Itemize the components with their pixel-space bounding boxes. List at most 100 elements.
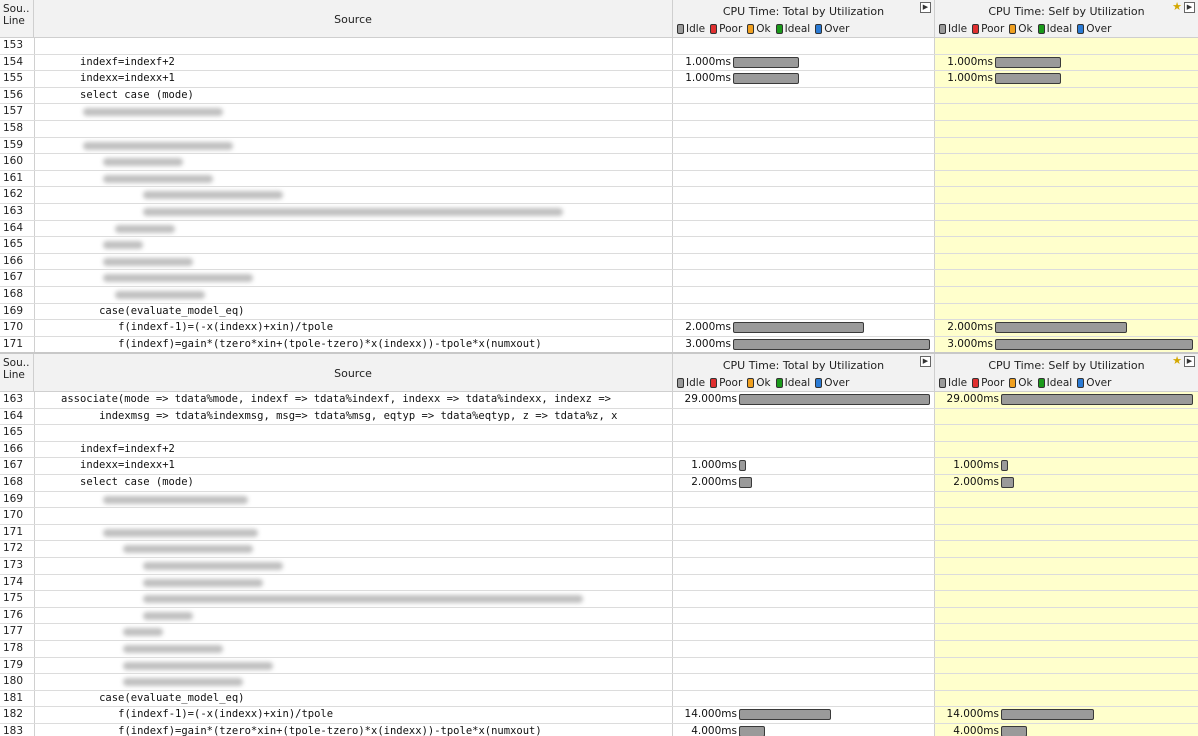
legend-swatch-over [1077,378,1085,388]
line-number: 168 [3,475,24,488]
table-row[interactable]: 179 [0,657,1198,675]
table-row[interactable]: 169 [0,491,1198,509]
line-number: 164 [3,221,24,234]
table-row[interactable]: 170 [0,508,1198,525]
line-number: 153 [3,39,24,51]
column-header-cpu-total[interactable]: CPU Time: Total by Utilization ▶ Idle Poo… [673,0,935,38]
table-row[interactable]: 159 [0,137,1198,155]
redacted-code [143,611,193,620]
table-row[interactable]: 172 [0,541,1198,558]
legend-item-ok: Ok [1009,23,1033,35]
star-icon[interactable]: ★ [1172,354,1182,367]
table-row[interactable]: 164 indexmsg => tdata%indexmsg, msg=> tda… [0,408,1198,426]
table-row[interactable]: 156 select case (mode) [0,87,1198,105]
line-number: 172 [3,542,24,555]
table-row[interactable]: 167 indexx=indexx+1 1.000ms 1.000ms [0,458,1198,475]
legend-label: Ideal [1046,23,1073,35]
line-number: 178 [3,641,24,654]
legend-swatch-poor [710,24,718,34]
expand-icon[interactable]: ▶ [920,356,931,367]
table-row[interactable]: 164 [0,220,1198,238]
column-header-source[interactable]: Source [34,354,673,392]
cpu-self-cell [935,303,1198,320]
line-number: 156 [3,88,24,101]
table-row[interactable]: 163 associate(mode => tdata%mode, indexf … [0,392,1198,409]
table-row[interactable]: 155 indexx=indexx+1 1.000ms 1.000ms [0,71,1198,88]
table-row[interactable]: 168 [0,286,1198,304]
table-row[interactable]: 165 [0,237,1198,254]
column-header-cpu-self[interactable]: CPU Time: Self by Utilization ★ ▶ Idle Po… [935,354,1198,392]
cpu-self-cell [935,491,1198,508]
table-row[interactable]: 181 case(evaluate_model_eq) [0,690,1198,708]
table-row[interactable]: 168 select case (mode) 2.000ms 2.000ms [0,474,1198,492]
table-row[interactable]: 174 [0,574,1198,592]
table-row[interactable]: 182 f(indexf-1)=(-x(indexx)+xin)/tpole 14.… [0,707,1198,724]
table-row[interactable]: 166 indexf=indexf+2 [0,441,1198,459]
table-row[interactable]: 171 f(indexf)=gain*(tzero*xin+(tpole-tzer… [0,336,1198,354]
table-row[interactable]: 180 [0,674,1198,691]
table-row[interactable]: 167 [0,270,1198,287]
source-code: indexf=indexf+2 [80,442,175,455]
table-row[interactable]: 165 [0,425,1198,442]
legend-swatch-idle [677,378,684,388]
cpu-self-cell [935,270,1198,286]
expand-icon[interactable]: ▶ [1184,356,1195,367]
star-icon[interactable]: ★ [1172,0,1182,13]
source-column-label: Source [334,12,372,26]
cpu-total-title: CPU Time: Total by Utilization [722,359,885,372]
cpu-self-bar [995,56,1061,68]
legend-swatch-ideal [1037,378,1045,388]
line-number: 162 [3,188,24,201]
line-number: 177 [3,625,24,638]
table-row[interactable]: 160 [0,154,1198,171]
table-row[interactable]: 175 [0,591,1198,608]
table-row[interactable]: 178 [0,640,1198,658]
legend-item-idle: Idle [939,377,967,389]
legend-item-over: Over [1077,23,1111,35]
cpu-total-cell: 4.000ms [673,723,935,736]
grid-header: Sou.. Line Source CPU Time: Total by Uti… [0,0,1198,38]
column-header-line[interactable]: Sou.. Line [0,354,34,392]
expand-icon[interactable]: ▶ [1184,2,1195,13]
source-cell: select case (mode) [34,87,673,104]
column-header-cpu-self[interactable]: CPU Time: Self by Utilization ★ ▶ Idle Po… [935,0,1198,38]
legend-swatch-ok [747,378,755,388]
line-number: 179 [3,658,24,671]
table-row[interactable]: 169 case(evaluate_model_eq) [0,303,1198,321]
table-row[interactable]: 170 f(indexf-1)=(-x(indexx)+xin)/tpole 2.0… [0,320,1198,337]
source-code: indexmsg => tdata%indexmsg, msg=> tdata%… [99,409,618,422]
legend-item-ok: Ok [747,377,771,389]
legend-item-poor: Poor [972,23,1004,35]
table-row[interactable]: 153 [0,38,1198,55]
expand-icon[interactable]: ▶ [920,2,931,13]
column-header-source[interactable]: Source [34,0,673,38]
table-row[interactable]: 176 [0,607,1198,625]
cpu-self-value: 3.000ms [947,337,993,350]
table-row[interactable]: 173 [0,557,1198,575]
table-row[interactable]: 158 [0,120,1198,138]
cpu-total-cell: 1.000ms [673,458,935,474]
source-cell: f(indexf-1)=(-x(indexx)+xin)/tpole [34,707,673,723]
legend-item-idle: Idle [939,23,967,35]
source-cell [34,104,673,120]
legend-item-over: Over [815,23,849,35]
table-row[interactable]: 163 [0,203,1198,221]
table-row[interactable]: 177 [0,624,1198,641]
table-row[interactable]: 166 [0,253,1198,271]
cpu-self-value: 2.000ms [953,475,999,488]
column-header-line[interactable]: Sou.. Line [0,0,34,38]
table-row[interactable]: 171 [0,524,1198,542]
table-row[interactable]: 162 [0,187,1198,204]
line-number: 183 [3,724,24,736]
legend-label: Over [1086,23,1112,35]
table-row[interactable]: 154 indexf=indexf+2 1.000ms 1.000ms [0,54,1198,72]
cpu-self-bar [995,73,1061,85]
source-code: f(indexf-1)=(-x(indexx)+xin)/tpole [118,321,334,334]
table-row[interactable]: 161 [0,170,1198,188]
column-header-cpu-total[interactable]: CPU Time: Total by Utilization ▶ Idle Poo… [673,354,935,392]
cpu-self-value: 1.000ms [947,55,993,68]
table-row[interactable]: 183 f(indexf)=gain*(tzero*xin+(tpole-tzer… [0,723,1198,736]
table-row[interactable]: 157 [0,104,1198,121]
cpu-self-title: CPU Time: Self by Utilization [988,359,1145,372]
cpu-self-cell: 2.000ms [935,474,1198,491]
